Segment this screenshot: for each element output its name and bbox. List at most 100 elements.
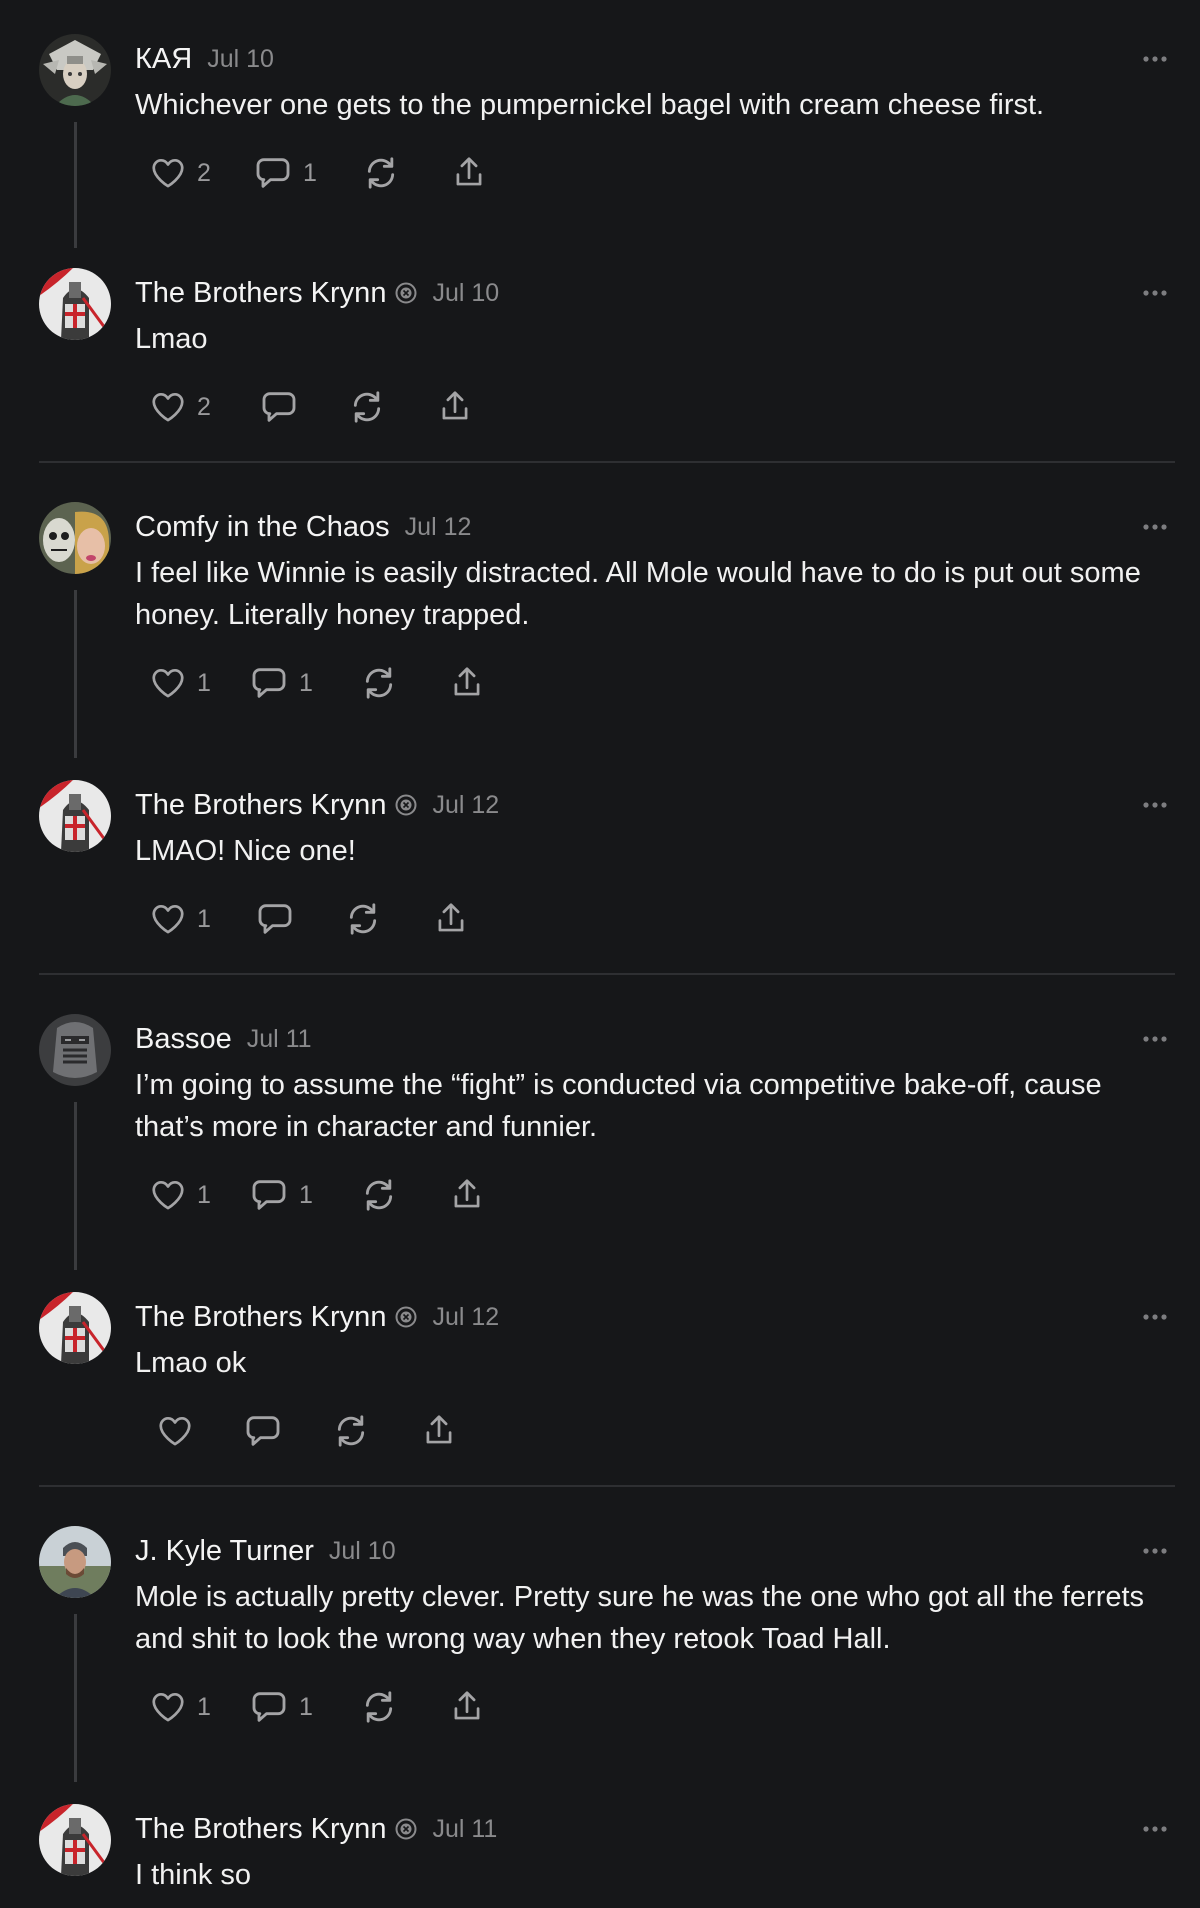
reply-count: 1: [299, 668, 313, 697]
share-icon: [448, 664, 486, 702]
post-text: I’m going to assume the “fight” is condu…: [135, 1069, 1102, 1143]
heart-icon: [149, 388, 187, 426]
repost-button[interactable]: [331, 1409, 371, 1453]
share-button[interactable]: [448, 1173, 486, 1217]
post-text: LMAO! Nice one!: [135, 835, 356, 867]
post-text: Whichever one gets to the pumpernickel b…: [135, 89, 1045, 121]
author-name[interactable]: The Brothers Krynn: [135, 789, 386, 822]
heart-icon: [149, 900, 187, 938]
heart-icon: [149, 1176, 187, 1214]
heart-icon: [149, 664, 187, 702]
thread-divider: [39, 461, 1175, 463]
author-name[interactable]: The Brothers Krynn: [135, 1301, 386, 1334]
repost-icon: [343, 899, 383, 939]
repost-button[interactable]: [359, 661, 399, 705]
share-icon: [450, 154, 488, 192]
more-icon[interactable]: [1140, 512, 1170, 542]
reply-button[interactable]: 1: [249, 1173, 313, 1217]
like-button[interactable]: [156, 1409, 194, 1453]
repost-icon: [347, 387, 387, 427]
author-name[interactable]: The Brothers Krynn: [135, 277, 386, 310]
post-header: The Brothers Krynn Jul 10: [135, 276, 499, 310]
more-icon[interactable]: [1140, 44, 1170, 74]
share-button[interactable]: [420, 1409, 458, 1453]
heart-icon: [149, 154, 187, 192]
share-icon: [448, 1688, 486, 1726]
post-date[interactable]: Jul 10: [329, 1537, 396, 1566]
post-date[interactable]: Jul 11: [432, 1815, 497, 1844]
author-name[interactable]: Comfy in the Chaos: [135, 511, 390, 544]
repost-icon: [359, 1175, 399, 1215]
share-button[interactable]: [432, 897, 470, 941]
post-date[interactable]: Jul 12: [432, 1303, 499, 1332]
thread-divider: [39, 973, 1175, 975]
avatar[interactable]: [39, 502, 111, 574]
like-button[interactable]: 1: [149, 1173, 211, 1217]
more-icon[interactable]: [1140, 278, 1170, 308]
like-count: 1: [197, 1180, 211, 1209]
thread-line: [74, 1102, 77, 1270]
avatar[interactable]: [39, 1526, 111, 1598]
post-date[interactable]: Jul 12: [432, 791, 499, 820]
post-date[interactable]: Jul 10: [207, 45, 274, 74]
more-icon[interactable]: [1140, 1024, 1170, 1054]
share-button[interactable]: [448, 1685, 486, 1729]
share-icon: [436, 388, 474, 426]
repost-button[interactable]: [359, 1685, 399, 1729]
reply-count: 1: [299, 1180, 313, 1209]
more-icon[interactable]: [1140, 1536, 1170, 1566]
repost-button[interactable]: [343, 897, 383, 941]
comment-icon: [243, 1411, 283, 1451]
verified-badge-icon: [395, 282, 417, 304]
thread-line: [74, 1614, 77, 1782]
post-header: КАЯ Jul 10: [135, 42, 274, 76]
repost-icon: [359, 663, 399, 703]
reply-count: 1: [303, 158, 317, 187]
repost-button[interactable]: [361, 151, 401, 195]
avatar[interactable]: [39, 1804, 111, 1876]
like-button[interactable]: 1: [149, 661, 211, 705]
like-count: 2: [197, 158, 211, 187]
reply-button[interactable]: [259, 385, 299, 429]
like-button[interactable]: 2: [149, 151, 211, 195]
avatar[interactable]: [39, 268, 111, 340]
heart-icon: [149, 1688, 187, 1726]
share-button[interactable]: [448, 661, 486, 705]
author-name[interactable]: КАЯ: [135, 43, 192, 76]
post-date[interactable]: Jul 11: [247, 1025, 312, 1054]
more-icon[interactable]: [1140, 790, 1170, 820]
reply-button[interactable]: [243, 1409, 283, 1453]
author-name[interactable]: Bassoe: [135, 1023, 232, 1056]
post-date[interactable]: Jul 12: [405, 513, 472, 542]
avatar[interactable]: [39, 780, 111, 852]
more-icon[interactable]: [1140, 1302, 1170, 1332]
like-count: 1: [197, 1692, 211, 1721]
like-button[interactable]: 2: [149, 385, 211, 429]
more-icon[interactable]: [1140, 1814, 1170, 1844]
repost-button[interactable]: [359, 1173, 399, 1217]
avatar[interactable]: [39, 34, 111, 106]
like-button[interactable]: 1: [149, 1685, 211, 1729]
avatar[interactable]: [39, 1014, 111, 1086]
reply-button[interactable]: 1: [249, 1685, 313, 1729]
post-header: J. Kyle Turner Jul 10: [135, 1534, 396, 1568]
reply-count: 1: [299, 1692, 313, 1721]
share-button[interactable]: [436, 385, 474, 429]
verified-badge-icon: [395, 1818, 417, 1840]
author-name[interactable]: J. Kyle Turner: [135, 1535, 314, 1568]
reply-button[interactable]: [255, 897, 295, 941]
post-header: Bassoe Jul 11: [135, 1022, 312, 1056]
comment-icon: [249, 1687, 289, 1727]
like-button[interactable]: 1: [149, 897, 211, 941]
heart-icon: [156, 1412, 194, 1450]
share-button[interactable]: [450, 151, 488, 195]
post-date[interactable]: Jul 10: [432, 279, 499, 308]
repost-button[interactable]: [347, 385, 387, 429]
verified-badge-icon: [395, 1306, 417, 1328]
avatar[interactable]: [39, 1292, 111, 1364]
author-name[interactable]: The Brothers Krynn: [135, 1813, 386, 1846]
thread-divider: [39, 1485, 1175, 1487]
share-icon: [420, 1412, 458, 1450]
reply-button[interactable]: 1: [249, 661, 313, 705]
reply-button[interactable]: 1: [253, 151, 317, 195]
